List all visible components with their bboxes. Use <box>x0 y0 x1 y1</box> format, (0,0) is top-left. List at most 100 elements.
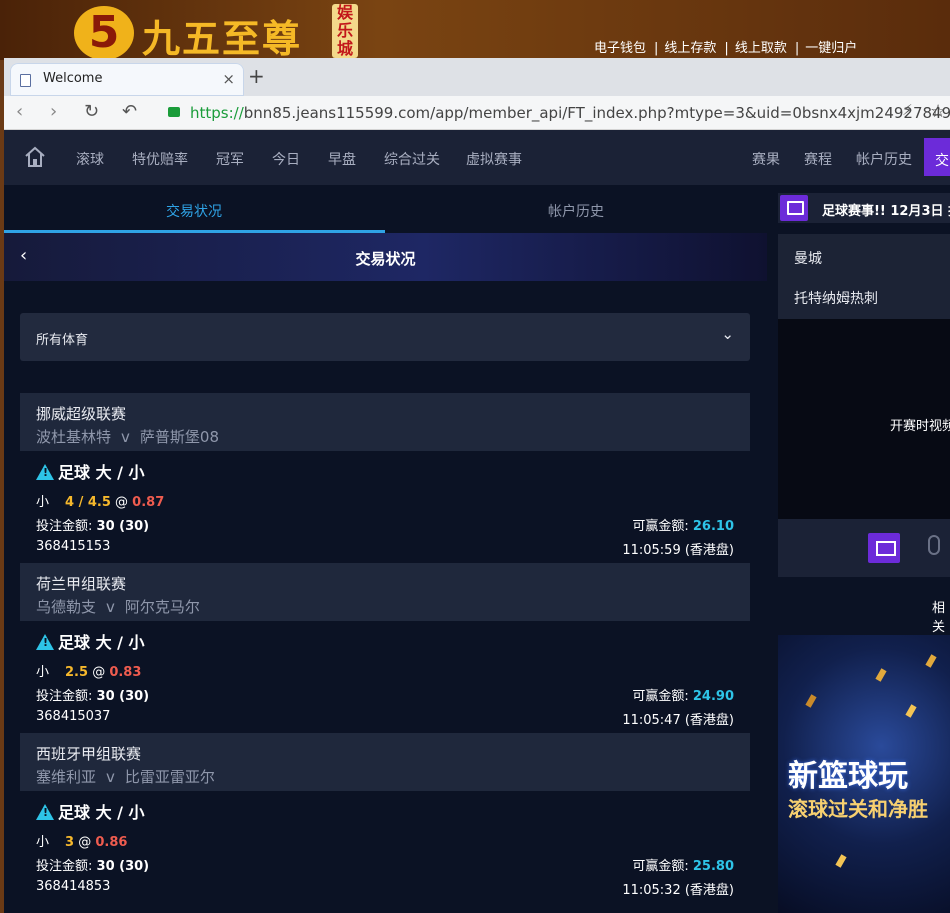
microphone-icon[interactable] <box>928 535 940 555</box>
back-icon[interactable]: ‹ <box>16 101 23 122</box>
chevron-down-icon: ⌄ <box>721 325 734 343</box>
nav-early[interactable]: 早盘 <box>328 149 356 169</box>
confetti <box>925 654 937 668</box>
potential-win: 可赢金额: 24.90 <box>632 685 734 704</box>
url-scheme: https:// <box>190 104 244 122</box>
message-icon[interactable] <box>780 195 808 221</box>
new-tab-button[interactable]: + <box>248 64 265 88</box>
team-a: 曼城 <box>794 251 822 267</box>
top-nav: 滚球 特优赔率 冠军 今日 早盘 综合过关 虚拟赛事 赛果 赛程 帐户历史 交 <box>4 130 950 185</box>
browser-tab[interactable]: Welcome × <box>10 63 244 96</box>
nav-schedule[interactable]: 赛程 <box>804 149 832 169</box>
league-header: 挪威超级联赛 波杜基林特 v 萨普斯堡08 <box>20 393 750 451</box>
panel-header: ‹ 交易状况 <box>4 233 767 281</box>
related-heading: 相关 <box>932 601 946 635</box>
sub-tabs: 交易状况 帐户历史 <box>4 185 767 233</box>
bet-card: 西班牙甲组联赛 塞维利亚 v 比雷亚雷亚尔 足球 大 / 小 小3 @ 0.86 投… <box>20 733 750 903</box>
tab-account-history[interactable]: 帐户历史 <box>548 201 604 221</box>
away-team: 萨普斯堡08 <box>139 428 219 446</box>
bet-time: 11:05:32 (香港盘) <box>622 883 734 898</box>
link-deposit[interactable]: 线上存款 <box>664 41 716 56</box>
win-value: 25.80 <box>692 859 734 874</box>
warning-icon <box>36 804 54 820</box>
handicap: 2.5 <box>65 665 89 680</box>
live-match-teams: 曼城 托特纳姆热刺 <box>778 234 950 319</box>
undo-icon[interactable]: ↶ <box>122 101 137 122</box>
nav-parlay[interactable]: 综合过关 <box>384 149 440 169</box>
odds: 0.86 <box>95 835 128 850</box>
video-player[interactable]: 开赛时视频 <box>778 319 950 519</box>
bet-type-label: 足球 大 / 小 <box>58 463 145 482</box>
nav-today[interactable]: 今日 <box>272 149 300 169</box>
league-name: 西班牙甲组联赛 <box>36 745 142 763</box>
bet-type-label: 足球 大 / 小 <box>58 803 145 822</box>
right-sidebar: 足球赛事!! 12月3日 挂 曼城 托特纳姆热刺 开赛时视频 相关 新篮球玩 滚… <box>778 185 950 913</box>
bolt-icon[interactable]: ⚡ <box>902 101 913 119</box>
announcement-text: 足球赛事!! 12月3日 挂 <box>822 204 950 219</box>
tv-icon[interactable] <box>868 533 900 563</box>
bet-details: 足球 大 / 小 小 4 / 4.5 @ 0.87 投注金额: 30 (30) 可… <box>20 451 750 563</box>
reload-icon[interactable]: ↻ <box>84 101 99 122</box>
nav-virtual[interactable]: 虚拟赛事 <box>466 149 522 169</box>
bet-details: 足球 大 / 小 小3 @ 0.86 投注金额: 30 (30) 可赢金额: 2… <box>20 791 750 903</box>
confetti <box>875 668 887 682</box>
bet-pick: 小3 @ 0.86 <box>36 831 127 850</box>
vs-label: v <box>121 428 130 446</box>
odds: 0.83 <box>109 665 142 680</box>
forward-icon[interactable]: › <box>50 101 57 122</box>
top-links: 电子钱包 | 线上存款 | 线上取款 | 一键归户 <box>594 37 859 56</box>
nav-results[interactable]: 赛果 <box>752 149 780 169</box>
matchup: 波杜基林特 v 萨普斯堡08 <box>36 426 734 447</box>
link-wallet[interactable]: 电子钱包 <box>594 41 646 56</box>
league-header: 西班牙甲组联赛 塞维利亚 v 比雷亚雷亚尔 <box>20 733 750 791</box>
bet-type-label: 足球 大 / 小 <box>58 633 145 652</box>
link-consolidate[interactable]: 一键归户 <box>805 41 857 56</box>
bet-id: 368415153 <box>36 539 111 554</box>
warning-icon <box>36 464 54 480</box>
url-path: bnn85.jeans115599.com/app/member_api/FT_… <box>243 104 950 122</box>
stake: 投注金额: 30 (30) <box>36 685 149 704</box>
home-icon[interactable] <box>24 146 46 168</box>
video-controls <box>778 519 950 577</box>
tab-strip: Welcome × + <box>4 58 950 96</box>
warning-icon <box>36 634 54 650</box>
nav-live[interactable]: 滚球 <box>76 149 104 169</box>
at-sign: @ <box>92 665 106 680</box>
stake-label: 投注金额: <box>36 859 93 874</box>
bet-pick: 小 4 / 4.5 @ 0.87 <box>36 491 164 510</box>
nav-best-odds[interactable]: 特优赔率 <box>132 149 188 169</box>
promo-title: 新篮球玩 <box>788 759 908 794</box>
away-team: 阿尔克马尔 <box>124 598 200 616</box>
home-team: 波杜基林特 <box>36 428 112 446</box>
bet-card: 挪威超级联赛 波杜基林特 v 萨普斯堡08 足球 大 / 小 小 4 / 4.5 @ … <box>20 393 750 563</box>
win-value: 26.10 <box>692 519 734 534</box>
bet-type: 足球 大 / 小 <box>36 799 145 823</box>
at-sign: @ <box>115 495 129 510</box>
tab-transactions[interactable]: 交易状况 <box>166 201 222 221</box>
confetti <box>805 694 817 708</box>
team-b: 托特纳姆热刺 <box>794 291 878 307</box>
home-team: 塞维利亚 <box>36 768 97 786</box>
app: 滚球 特优赔率 冠军 今日 早盘 综合过关 虚拟赛事 赛果 赛程 帐户历史 交 … <box>4 130 950 913</box>
separator: | <box>724 41 729 56</box>
nav-champion[interactable]: 冠军 <box>216 149 244 169</box>
link-withdraw[interactable]: 线上取款 <box>735 41 787 56</box>
promo-subtitle: 滚球过关和净胜 <box>788 797 928 821</box>
close-icon[interactable]: × <box>222 70 235 88</box>
home-team: 乌德勒支 <box>36 598 97 616</box>
stake-value: 30 (30) <box>96 689 150 704</box>
logo-badge: 娱乐城 <box>332 4 358 58</box>
win-label: 可赢金额: <box>632 519 689 534</box>
stake-label: 投注金额: <box>36 689 93 704</box>
bet-type: 足球 大 / 小 <box>36 629 145 653</box>
league-header: 荷兰甲组联赛 乌德勒支 v 阿尔克马尔 <box>20 563 750 621</box>
browser-window: Welcome × + ‹ › ↻ ↶ https://bnn85.jeans1… <box>4 58 950 913</box>
promo-banner[interactable]: 新篮球玩 滚球过关和净胜 <box>778 635 950 913</box>
nav-transactions[interactable]: 交 <box>924 138 950 176</box>
nav-account-history[interactable]: 帐户历史 <box>856 149 912 169</box>
bet-card: 荷兰甲组联赛 乌德勒支 v 阿尔克马尔 足球 大 / 小 小 2.5 @ 0.83 投… <box>20 563 750 733</box>
star-icon[interactable]: ☆ <box>930 101 946 122</box>
vs-label: v <box>106 598 115 616</box>
sport-filter-select[interactable]: 所有体育 ⌄ <box>20 313 750 361</box>
url-field[interactable]: https://bnn85.jeans115599.com/app/member… <box>190 104 950 122</box>
